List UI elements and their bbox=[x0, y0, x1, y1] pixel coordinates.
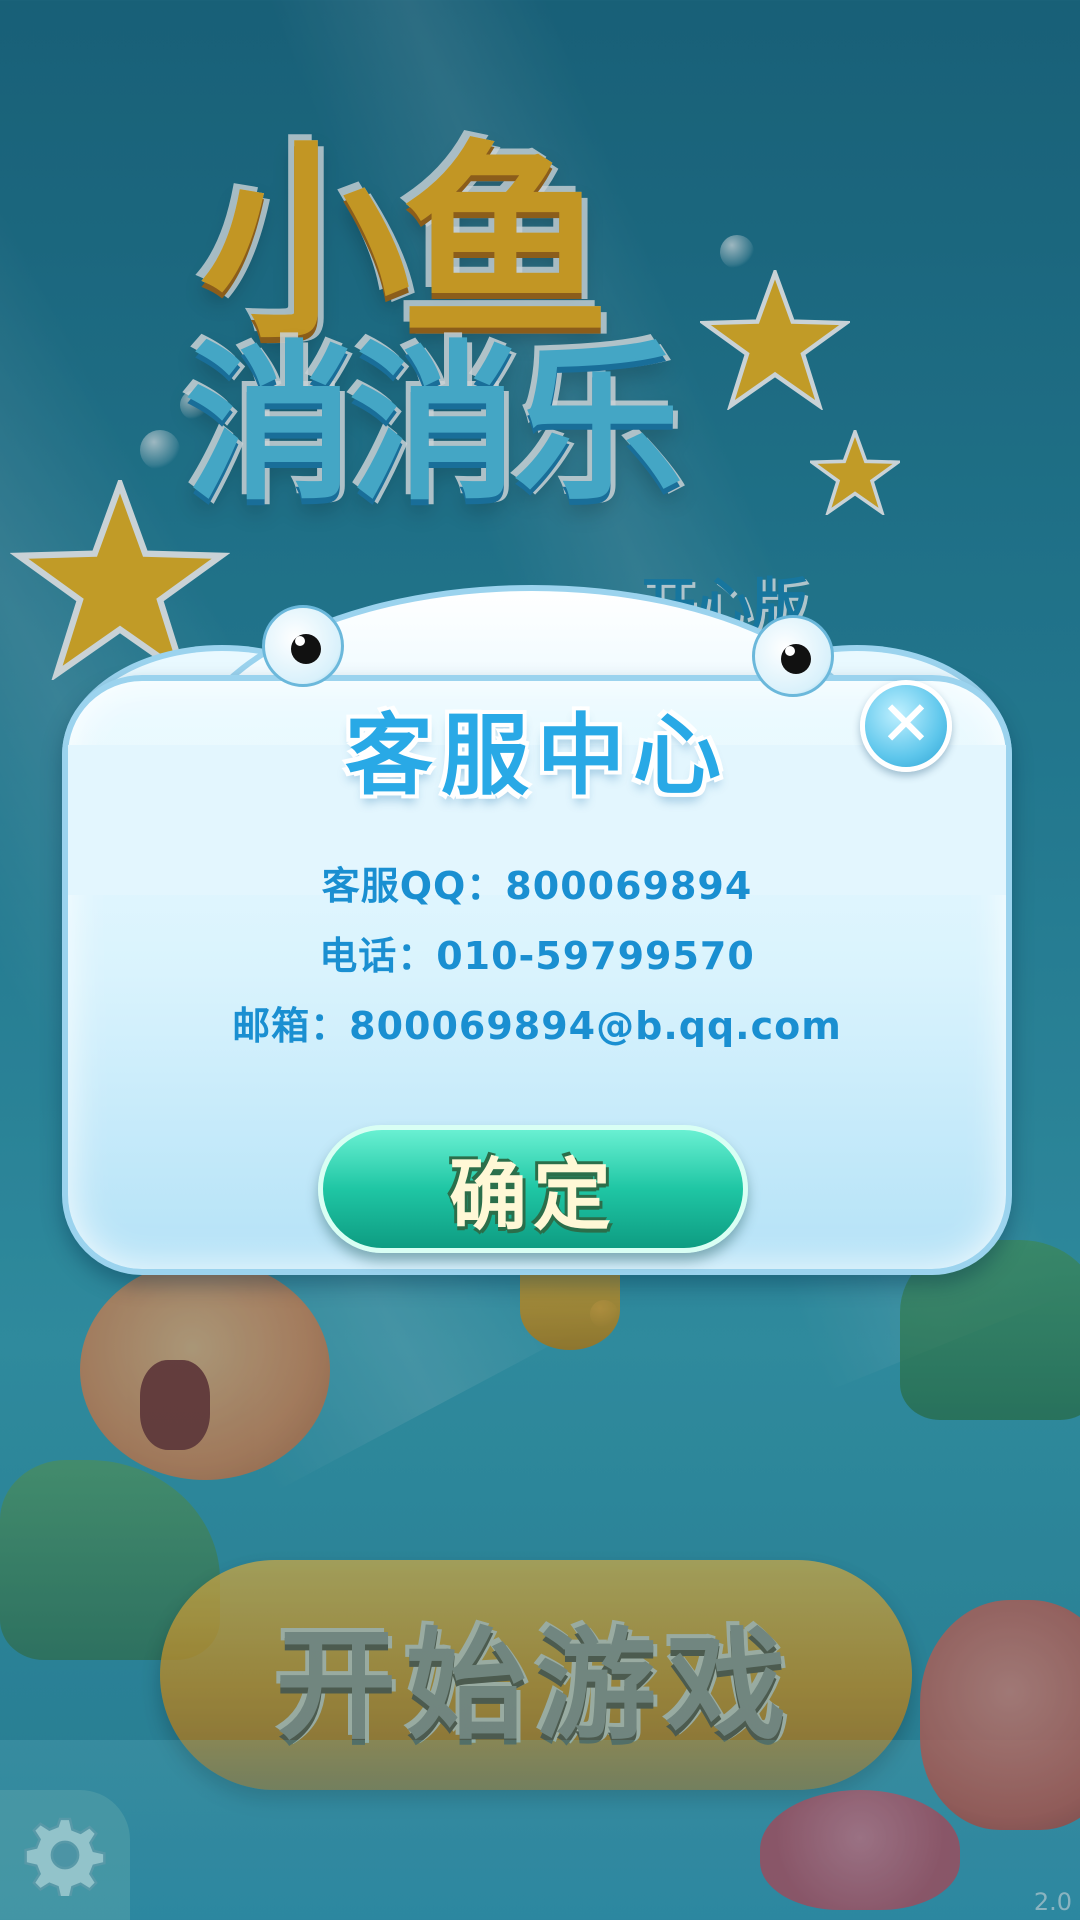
customer-service-dialog: 客服中心 ✕ 客服QQ：800069894 电话：010-59799570 邮箱… bbox=[62, 585, 1012, 1275]
eye-decoration bbox=[262, 605, 344, 687]
confirm-button[interactable]: 确定 bbox=[318, 1125, 748, 1253]
confirm-label: 确定 bbox=[448, 1151, 617, 1241]
close-button[interactable]: ✕ bbox=[860, 680, 952, 772]
service-qq-text: 客服QQ：800069894 bbox=[321, 864, 753, 908]
service-email-text: 邮箱：800069894@b.qq.com bbox=[232, 1004, 842, 1048]
close-icon: ✕ bbox=[880, 687, 932, 760]
service-phone-text: 电话：010-59799570 bbox=[319, 934, 755, 978]
